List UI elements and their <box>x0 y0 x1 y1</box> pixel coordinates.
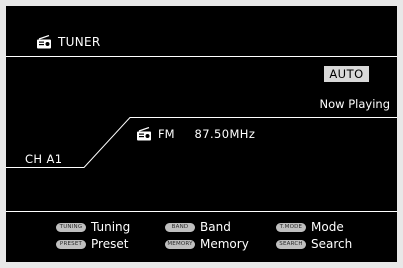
key-badge-mode: T.MODE <box>276 222 306 232</box>
legend-mode: T.MODE Mode <box>276 220 344 234</box>
tuner-screen: TUNER AUTO Now Playing CH A1 FM 87.50MHz… <box>6 6 397 262</box>
station-info: FM 87.50MHz <box>136 127 255 141</box>
radio-icon <box>137 127 151 141</box>
channel-label: CH A1 <box>25 152 63 166</box>
frequency-label: 87.50MHz <box>194 127 256 141</box>
legend-band: BAND Band <box>165 220 231 234</box>
legend-label-memory: Memory <box>200 237 249 251</box>
key-badge-search: SEARCH <box>276 239 306 249</box>
legend-memory: MEMORY Memory <box>165 237 249 251</box>
legend-search: SEARCH Search <box>276 237 352 251</box>
legend-preset: PRESET Preset <box>56 237 128 251</box>
source-title: TUNER <box>58 35 101 49</box>
channel-divider <box>6 117 397 168</box>
legend-label-tuning: Tuning <box>91 220 131 234</box>
key-badge-preset: PRESET <box>56 239 86 249</box>
source-header: TUNER <box>36 35 101 49</box>
legend-label-mode: Mode <box>311 220 344 234</box>
legend-label-band: Band <box>200 220 231 234</box>
key-badge-band: BAND <box>165 222 195 232</box>
legend-label-search: Search <box>311 237 353 251</box>
legend-label-preset: Preset <box>91 237 129 251</box>
band-label: FM <box>158 127 175 141</box>
key-badge-tuning: TUNING <box>56 222 86 232</box>
now-playing-label: Now Playing <box>319 97 390 111</box>
key-badge-memory: MEMORY <box>165 239 195 249</box>
auto-badge: AUTO <box>324 66 369 82</box>
legend-tuning: TUNING Tuning <box>56 220 130 234</box>
radio-icon <box>37 35 51 49</box>
